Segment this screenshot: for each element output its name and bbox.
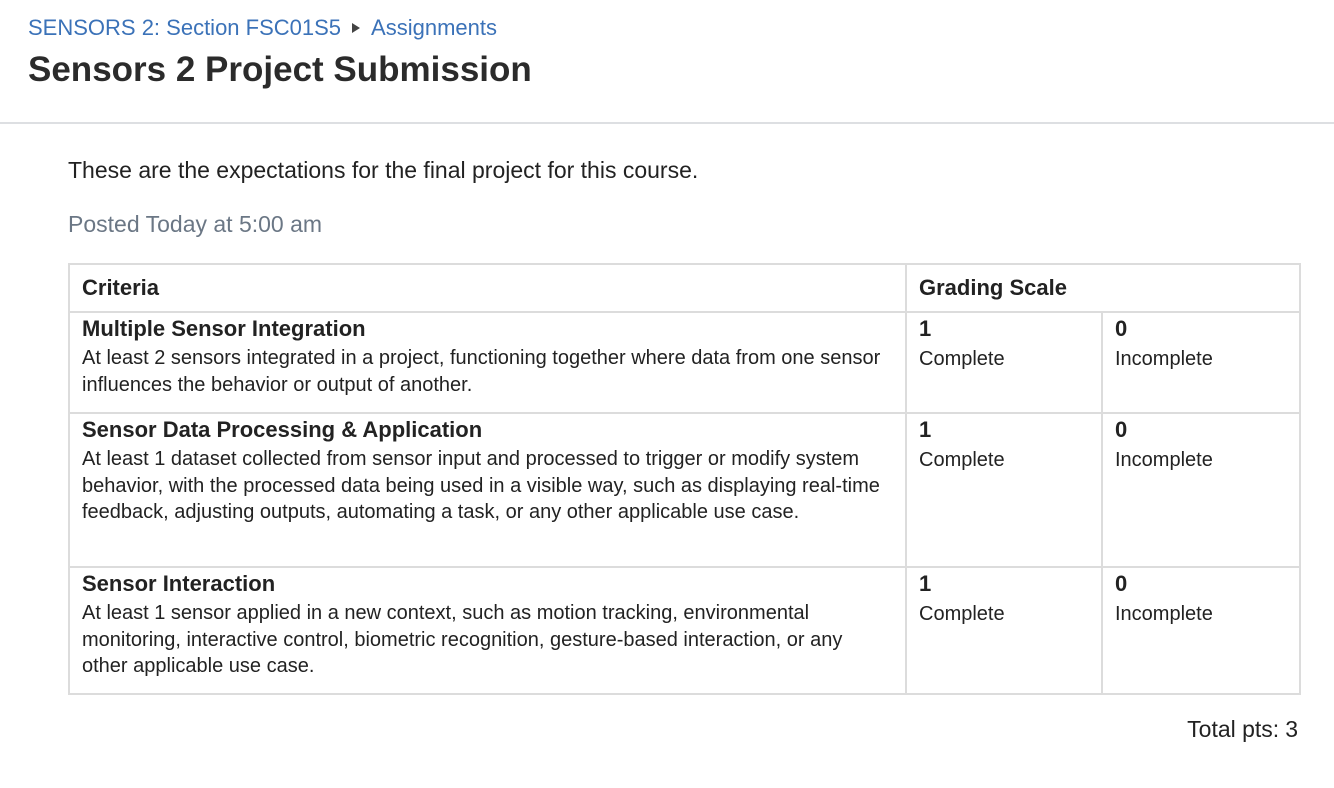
rating-cell: 1 Complete [905, 311, 1103, 414]
rating-label: Incomplete [1115, 348, 1213, 370]
criterion-cell: Multiple Sensor Integration At least 2 s… [68, 311, 907, 414]
rating-cell: 1 Complete [905, 412, 1103, 568]
posted-date: Posted Today at 5:00 am [68, 211, 328, 238]
rating-points: 1 [919, 571, 932, 596]
posted-label: Posted [68, 211, 140, 237]
rubric-header-row: Criteria Grading Scale [68, 263, 1302, 313]
rating-points: 1 [919, 316, 932, 341]
rating-points: 0 [1115, 417, 1128, 442]
criterion-title: Sensor Interaction [82, 571, 276, 596]
criterion-description: At least 1 sensor applied in a new conte… [82, 602, 843, 677]
rating-cell: 0 Incomplete [1100, 311, 1302, 414]
page-header: SENSORS 2: Section FSC01S5 Assignments S… [0, 0, 1334, 124]
breadcrumb-separator-icon [352, 23, 361, 33]
criterion-title: Sensor Data Processing & Application [82, 417, 483, 442]
rating-points: 0 [1115, 316, 1128, 341]
rating-cell: 0 Incomplete [1100, 566, 1302, 695]
criteria-header: Criteria [68, 263, 907, 313]
criterion-description: At least 1 dataset collected from sensor… [82, 448, 880, 523]
criterion-cell: Sensor Interaction At least 1 sensor app… [68, 566, 907, 695]
rubric-row: Sensor Data Processing & Application At … [68, 412, 1302, 568]
rating-label: Complete [919, 348, 1005, 370]
criterion-description: At least 2 sensors integrated in a proje… [82, 347, 881, 396]
rating-points: 1 [919, 417, 932, 442]
rating-label: Complete [919, 449, 1005, 471]
rating-label: Incomplete [1115, 603, 1213, 625]
breadcrumb-course-link[interactable]: SENSORS 2: Section FSC01S5 [28, 15, 341, 41]
rating-points: 0 [1115, 571, 1128, 596]
rubric-table: Criteria Grading Scale Multiple Sensor I… [68, 263, 1302, 695]
total-points-label: Total pts: [1187, 716, 1280, 742]
rubric-row: Multiple Sensor Integration At least 2 s… [68, 311, 1302, 414]
breadcrumb: SENSORS 2: Section FSC01S5 Assignments [28, 14, 497, 42]
assignment-description: These are the expectations for the final… [68, 157, 699, 183]
breadcrumb-assignments-link[interactable]: Assignments [371, 15, 497, 41]
page-title: Sensors 2 Project Submission [28, 50, 532, 89]
rating-cell: 1 Complete [905, 566, 1103, 695]
rubric-row: Sensor Interaction At least 1 sensor app… [68, 566, 1302, 695]
rating-label: Incomplete [1115, 449, 1213, 471]
rating-cell: 0 Incomplete [1100, 412, 1302, 568]
criterion-title: Multiple Sensor Integration [82, 316, 366, 341]
criterion-cell: Sensor Data Processing & Application At … [68, 412, 907, 568]
grading-scale-header: Grading Scale [904, 263, 1302, 313]
rating-label: Complete [919, 603, 1005, 625]
posted-time: Today at 5:00 am [145, 211, 323, 237]
total-points: Total pts: 3 [1187, 716, 1298, 743]
total-points-value: 3 [1285, 716, 1298, 742]
